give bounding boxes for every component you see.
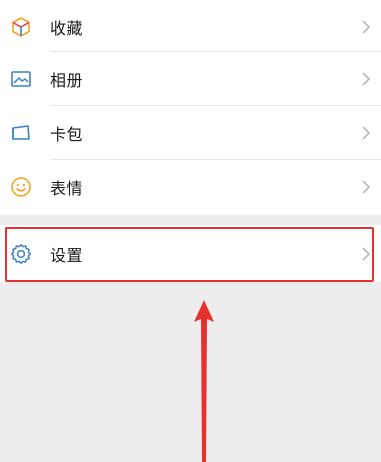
menu-item-label: 卡包	[50, 125, 84, 144]
chevron-right-icon	[361, 246, 371, 262]
menu-item-label: 相册	[50, 71, 84, 90]
album-picture-icon	[9, 67, 33, 91]
me-page-screen: 收藏 相册 卡包 表情 设置	[0, 0, 381, 462]
menu-item-favorites[interactable]: 收藏	[0, 0, 381, 54]
chevron-right-icon	[361, 179, 371, 195]
annotation-arrow-icon	[190, 300, 218, 462]
chevron-right-icon	[361, 125, 371, 141]
chevron-right-icon	[361, 71, 371, 87]
menu-item-settings[interactable]: 设置	[0, 225, 381, 282]
chevron-right-icon	[361, 19, 371, 35]
menu-item-album[interactable]: 相册	[0, 52, 381, 106]
menu-item-card-wallet[interactable]: 卡包	[0, 106, 381, 160]
gear-icon	[9, 242, 33, 266]
card-wallet-icon	[9, 121, 33, 145]
favorites-cube-icon	[9, 15, 33, 39]
menu-item-stickers[interactable]: 表情	[0, 160, 381, 214]
menu-item-label: 设置	[50, 245, 84, 265]
menu-group-settings: 设置	[0, 225, 381, 282]
menu-group-main: 收藏 相册 卡包 表情	[0, 0, 381, 215]
menu-item-label: 收藏	[50, 19, 84, 38]
smiley-face-icon	[9, 175, 33, 199]
menu-item-label: 表情	[50, 179, 84, 198]
